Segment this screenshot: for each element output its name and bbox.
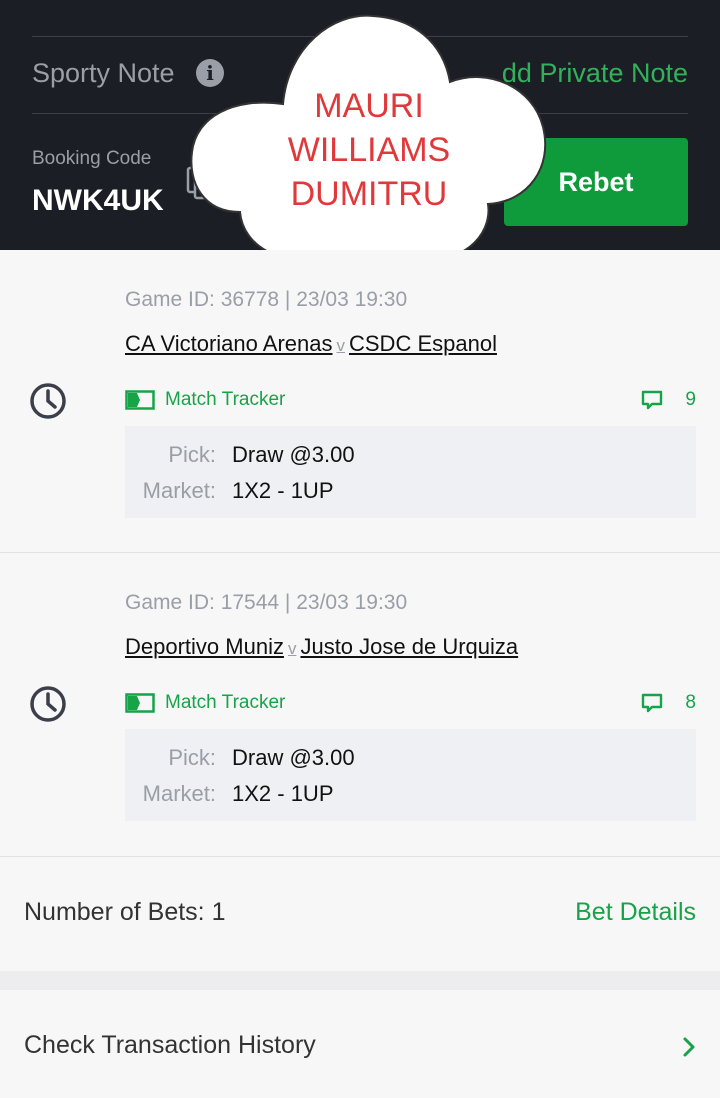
overlay-line: WILLIAMS [287,131,451,169]
comment-icon [642,693,663,713]
pick-label: Pick: [168,442,216,467]
match-tracker-link[interactable]: Match Tracker [125,692,285,714]
booking-code-value: NWK4UK [32,184,164,217]
comment-count: 8 [685,692,696,713]
comments-button[interactable]: 8 [641,692,696,714]
comment-count: 9 [685,389,696,410]
game-id: Game ID: 17544 | 23/03 19:30 [125,591,408,614]
home-team[interactable]: CA Victoriano Arenas [125,331,333,356]
market-label: Market: [142,478,216,503]
overlay-line: MAURI [314,87,424,125]
pick-value: Draw @3.00 [232,442,355,467]
match-tracker-label: Match Tracker [165,389,286,410]
market-label: Market: [142,781,216,806]
clock-icon [30,686,66,722]
match-tracker-icon [125,390,155,410]
divider [0,856,720,857]
away-team[interactable]: CSDC Espanol [349,331,497,356]
number-of-bets: Number of Bets: 1 [24,898,226,926]
overlay-text: MAURI WILLIAMS DUMITRU [188,84,550,216]
pick-label: Pick: [168,745,216,770]
match-teams[interactable]: CA Victoriano Arenas v CSDC Espanol [125,331,497,357]
bet-card: Game ID: 17544 | 23/03 19:30 Deportivo M… [0,553,720,855]
section-gap [0,971,720,990]
sporty-note-label: Sporty Note [32,58,175,88]
match-teams[interactable]: Deportivo Muniz v Justo Jose de Urquiza [125,634,518,660]
pick-details: Pick: Draw @3.00 Market: 1X2 - 1UP [125,426,696,518]
comments-button[interactable]: 9 [641,389,696,411]
chevron-right-icon[interactable] [682,1036,696,1058]
market-value: 1X2 - 1UP [232,781,334,806]
away-team[interactable]: Justo Jose de Urquiza [300,634,518,659]
pick-details: Pick: Draw @3.00 Market: 1X2 - 1UP [125,729,696,821]
match-tracker-icon [125,693,155,713]
market-value: 1X2 - 1UP [232,478,334,503]
comment-icon [642,390,663,410]
overlay-line: DUMITRU [290,175,448,213]
bet-details-link[interactable]: Bet Details [575,898,696,927]
game-id: Game ID: 36778 | 23/03 19:30 [125,288,408,311]
home-team[interactable]: Deportivo Muniz [125,634,284,659]
vs-separator: v [336,336,346,355]
check-transaction-history-label[interactable]: Check Transaction History [24,1031,316,1060]
bet-card: Game ID: 36778 | 23/03 19:30 CA Victoria… [0,250,720,552]
pick-value: Draw @3.00 [232,745,355,770]
match-tracker-link[interactable]: Match Tracker [125,389,285,411]
match-tracker-label: Match Tracker [165,692,286,713]
booking-code-label: Booking Code [32,148,152,169]
vs-separator: v [287,639,297,658]
clock-icon [30,383,66,419]
